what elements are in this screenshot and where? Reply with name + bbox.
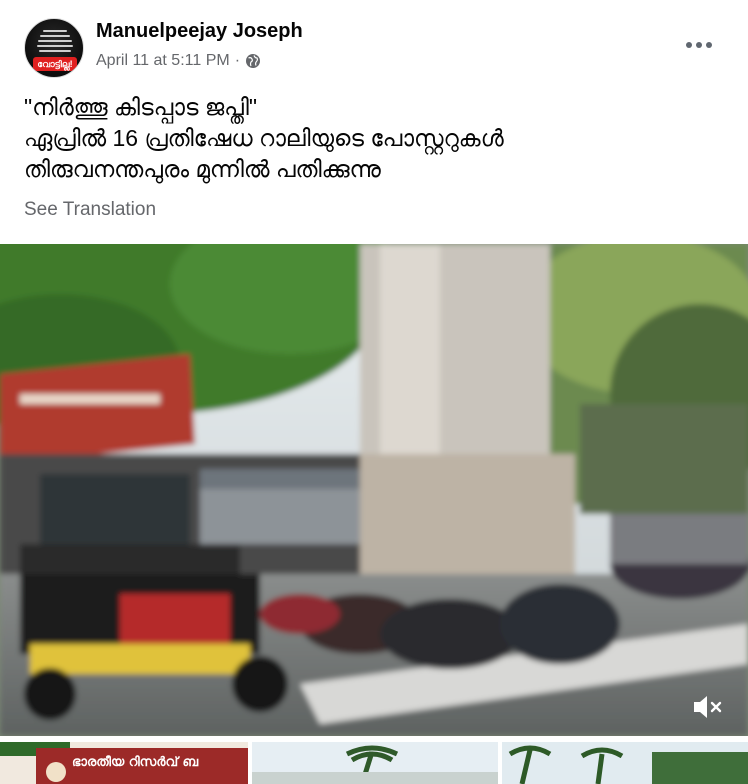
thumbnail-1[interactable]: ഭാരതീയ റിസർവ് ബ [0,742,248,784]
more-dot-icon [686,42,692,48]
post-header: വോട്ടില്ല! Manuelpeejay Joseph April 11 … [0,0,748,88]
author-name[interactable]: Manuelpeejay Joseph [96,20,303,43]
speaker-muted-icon[interactable] [688,690,724,724]
thumbnail-3-image [502,742,748,784]
thumbnail-3[interactable] [502,742,748,784]
post-text-line: തിരുവനന്തപുരം മുന്നിൽ പതിക്കുന്നു [24,156,381,182]
see-translation-link[interactable]: See Translation [24,199,156,221]
thumbnail-2[interactable] [252,742,498,784]
video-player[interactable] [0,244,748,736]
post-text-line: "നിർത്തൂ കിടപ്പാട ജപ്തി" [24,94,257,120]
more-options-button[interactable] [684,30,714,60]
more-dot-icon [706,42,712,48]
thumbnail-2-image [252,742,498,784]
globe-icon[interactable] [245,53,261,69]
avatar[interactable]: വോട്ടില്ല! [24,18,84,78]
post-text-line: ഏപ്രിൽ 16 പ്രതിഷേധ റാലിയുടെ പോസ്റ്ററുകൾ [24,125,504,151]
thumbnail-sign-text: ഭാരതീയ റിസർവ് ബ [72,754,199,770]
avatar-badge: വോട്ടില്ല! [33,57,77,71]
post-timestamp[interactable]: April 11 at 5:11 PM [96,52,230,70]
avatar-text-lines [35,27,75,55]
post-text: "നിർത്തൂ കിടപ്പാട ജപ്തി" ഏപ്രിൽ 16 പ്രതി… [24,92,724,185]
meta-separator: · [234,52,241,69]
post-meta: April 11 at 5:11 PM · [96,52,261,70]
thumbnail-1-image: ഭാരതീയ റിസർവ് ബ [0,742,248,784]
more-dot-icon [696,42,702,48]
video-frame [0,244,748,736]
media-thumbnails: ഭാരതീയ റിസർവ് ബ [0,742,748,784]
